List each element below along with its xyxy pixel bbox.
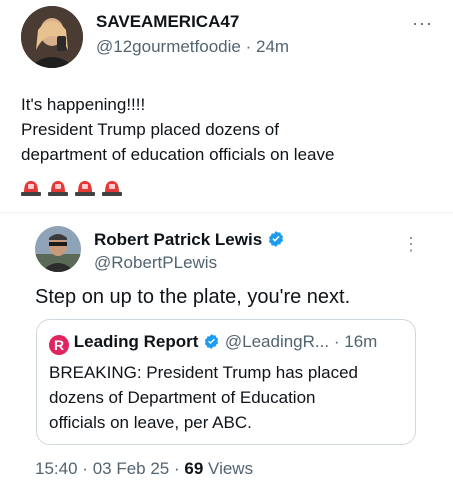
quote-line-2: dozens of Department of Education: [49, 388, 316, 407]
author-display-name[interactable]: SAVEAMERICA47: [96, 12, 239, 32]
quote-line-3: officials on leave, per ABC.: [49, 413, 252, 432]
tweet-line-1: It's happening!!!!: [21, 95, 146, 114]
profile-photo-icon: [21, 6, 83, 68]
police-siren-icon: [21, 181, 41, 196]
reply-author-name-row: Robert Patrick Lewis: [94, 230, 285, 250]
author-handle-row: @12gourmetfoodie · 24m: [96, 37, 289, 57]
tweet-body: It's happening!!!! President Trump place…: [21, 92, 334, 167]
reply-author-display-name[interactable]: Robert Patrick Lewis: [94, 230, 262, 249]
author-avatar[interactable]: [21, 6, 83, 68]
quote-header: R Leading Report @LeadingR... · 16m: [49, 331, 377, 355]
emoji-row: [20, 178, 128, 198]
tweet-time-ago[interactable]: 24m: [256, 37, 289, 56]
tweet-line-2: President Trump placed dozens of: [21, 120, 279, 139]
quote-time-ago[interactable]: 16m: [344, 332, 377, 351]
quote-author-handle[interactable]: @LeadingR...: [225, 332, 329, 351]
quote-body: BREAKING: President Trump has placed doz…: [49, 360, 358, 435]
section-divider: [0, 212, 453, 213]
reply-author-avatar[interactable]: [35, 226, 81, 272]
reply-author-handle[interactable]: @RobertPLewis: [94, 253, 217, 273]
tweet-line-3: department of education officials on lea…: [21, 145, 335, 164]
views-label: Views: [208, 459, 254, 478]
police-siren-icon: [48, 181, 68, 196]
separator-dot: ·: [173, 459, 180, 478]
reply-more-options-icon[interactable]: ⋮: [402, 234, 420, 255]
verified-badge-icon: [268, 231, 283, 247]
tweet-meta: 15:40 · 03 Feb 25 · 69 Views: [35, 459, 253, 479]
quoted-tweet-card[interactable]: R Leading Report @LeadingR... · 16m BREA…: [36, 319, 416, 445]
views-count: 69: [184, 459, 204, 478]
more-options-icon[interactable]: ···: [412, 14, 433, 32]
author-handle[interactable]: @12gourmetfoodie: [96, 37, 241, 56]
quote-author-display-name[interactable]: Leading Report: [74, 332, 199, 351]
logo-letter: R: [53, 337, 65, 353]
tweet-date[interactable]: 03 Feb 25: [93, 459, 170, 478]
separator-dot: ·: [333, 332, 340, 351]
police-siren-icon: [102, 181, 122, 196]
tweet-time[interactable]: 15:40: [35, 459, 78, 478]
reply-body: Step on up to the plate, you're next.: [35, 286, 351, 308]
quote-line-1: BREAKING: President Trump has placed: [49, 363, 358, 382]
verified-badge-icon: [204, 334, 219, 349]
leading-report-logo-icon: R: [49, 335, 69, 355]
separator-dot: ·: [82, 459, 88, 478]
separator-dot: ·: [245, 37, 252, 56]
police-siren-icon: [75, 181, 95, 196]
profile-photo-icon: [35, 226, 81, 272]
